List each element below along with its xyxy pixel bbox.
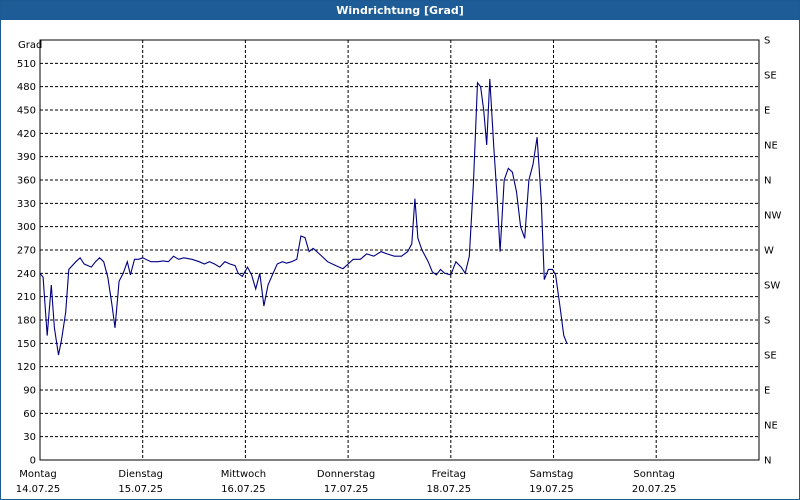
x-axis-ticks: Montag 14.07.25 Dienstag 15.07.25 Mittwoch 16…	[16, 469, 677, 495]
y2-tick-label: E	[764, 386, 770, 397]
x-tick-weekday: Samstag	[530, 469, 574, 480]
y-tick-label: 30	[23, 432, 36, 443]
y-tick-label: 480	[17, 82, 36, 93]
y2-tick-label: N	[764, 176, 771, 187]
x-tick-date: 15.07.25	[118, 484, 163, 495]
y-tick-label: 150	[17, 339, 36, 350]
x-tick-weekday: Donnerstag	[317, 469, 375, 480]
y-axis-ticks: 0 30 60 90 120 150 180 210 240 270 300 330 360 390 420…	[17, 59, 36, 467]
x-tick-date: 17.07.25	[324, 484, 369, 495]
x-tick-date: 18.07.25	[427, 484, 472, 495]
y2-tick-label: NE	[764, 141, 778, 152]
y2-tick-label: NW	[764, 211, 781, 222]
y2-tick-label: W	[764, 246, 774, 257]
y2-tick-label: E	[764, 106, 770, 117]
x-tick-date: 14.07.25	[16, 484, 61, 495]
y2-tick-label: NE	[764, 421, 778, 432]
y2-tick-label: S	[764, 36, 770, 47]
x-tick-weekday: Montag	[19, 469, 56, 480]
y-tick-label: 270	[17, 246, 36, 257]
y-tick-label: 330	[17, 199, 36, 210]
y-axis-label: Grad	[18, 40, 42, 51]
y2-tick-label: N	[764, 456, 771, 467]
y-tick-label: 0	[30, 456, 36, 467]
wind-direction-line	[39, 78, 568, 356]
y-tick-label: 60	[23, 409, 36, 420]
y-tick-label: 90	[23, 386, 36, 397]
y-tick-label: 360	[17, 176, 36, 187]
x-tick-weekday: Sonntag	[633, 469, 675, 480]
x-tick-weekday: Freitag	[432, 469, 466, 480]
y-tick-label: 210	[17, 292, 36, 303]
y2-tick-label: SW	[764, 281, 780, 292]
y-tick-label: 510	[17, 59, 36, 70]
y-tick-label: 240	[17, 269, 36, 280]
x-tick-date: 16.07.25	[221, 484, 266, 495]
wind-direction-chart: Grad 0 30 60 90 120 150 180 210 240 270 300 330 360 3…	[16, 36, 782, 496]
grid-lines	[40, 40, 759, 460]
y2-tick-label: S	[764, 316, 770, 327]
y-tick-label: 420	[17, 129, 36, 140]
y2-tick-label: SE	[764, 71, 777, 82]
y-tick-label: 180	[17, 316, 36, 327]
y2-tick-label: SE	[764, 351, 777, 362]
y-tick-label: 120	[17, 362, 36, 373]
y-tick-label: 450	[17, 106, 36, 117]
y2-axis-ticks: N NE E SE S SW W NW N NE E SE S	[764, 36, 781, 467]
x-tick-date: 19.07.25	[529, 484, 574, 495]
y-tick-label: 300	[17, 222, 36, 233]
y-tick-label: 390	[17, 152, 36, 163]
x-tick-weekday: Mittwoch	[221, 469, 266, 480]
x-tick-weekday: Dienstag	[118, 469, 163, 480]
x-tick-date: 20.07.25	[632, 484, 677, 495]
